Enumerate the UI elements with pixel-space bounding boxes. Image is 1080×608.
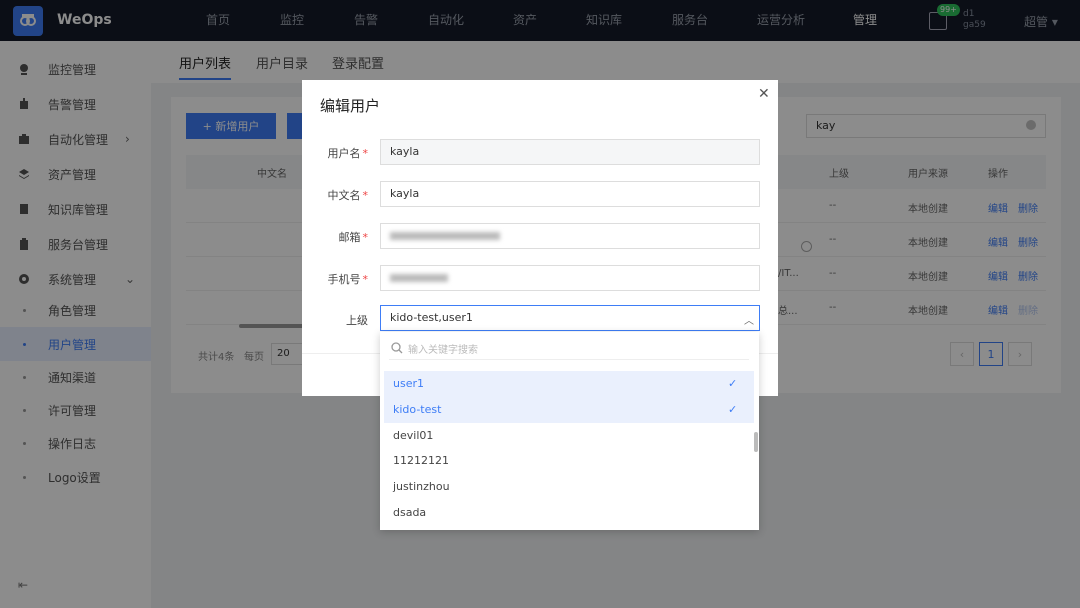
email-label: 邮箱 * xyxy=(338,231,369,244)
username-field: kayla xyxy=(380,139,760,165)
close-icon[interactable]: ✕ xyxy=(758,86,770,102)
superior-select[interactable]: kido-test,user1 xyxy=(380,305,760,331)
cn-name-field[interactable]: kayla xyxy=(380,181,760,207)
redacted-value xyxy=(390,274,448,282)
email-field[interactable] xyxy=(380,223,760,249)
dropdown-option[interactable]: dsada xyxy=(384,500,754,526)
dropdown-option[interactable]: 11212121 xyxy=(384,448,754,474)
cn-name-label: 中文名 * xyxy=(327,189,369,202)
chevron-up-icon[interactable]: ︿ xyxy=(744,312,754,327)
dropdown-search-placeholder: 输入关键字搜索 xyxy=(408,345,478,356)
dropdown-option[interactable]: kido-test xyxy=(384,397,754,423)
phone-field[interactable] xyxy=(380,265,760,291)
check-icon: ✓ xyxy=(728,377,738,390)
check-icon: ✓ xyxy=(728,403,738,416)
superior-label: 上级 xyxy=(346,314,368,327)
phone-label: 手机号 * xyxy=(327,273,369,286)
dropdown-option[interactable]: user1 xyxy=(384,371,754,397)
dropdown-option[interactable]: devil01 xyxy=(384,423,754,449)
dropdown-option[interactable]: justinzhou xyxy=(384,474,754,500)
username-label: 用户名 * xyxy=(327,147,369,160)
dropdown-scrollbar[interactable] xyxy=(754,432,758,452)
search-icon xyxy=(391,342,403,354)
redacted-value xyxy=(390,232,500,240)
modal-title: 编辑用户 xyxy=(320,97,381,115)
